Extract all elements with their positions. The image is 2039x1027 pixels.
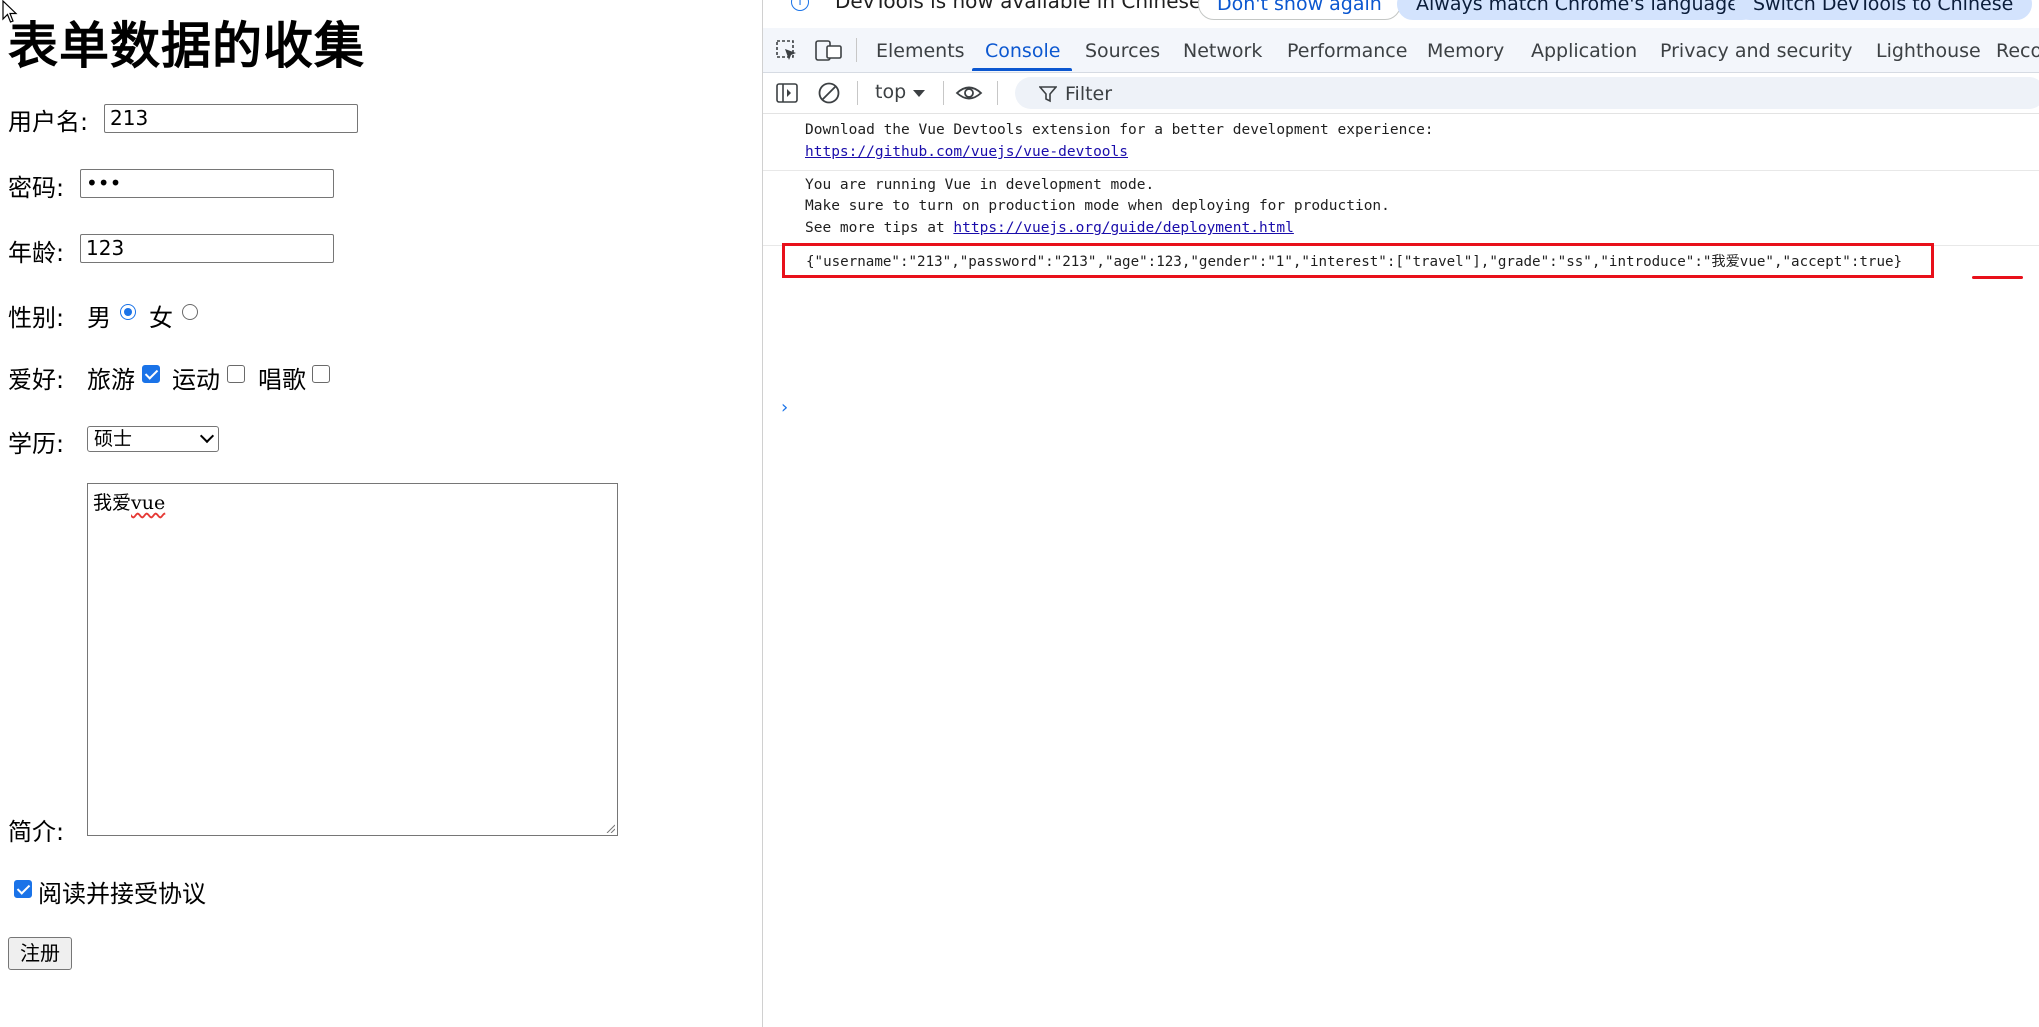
- vue-deployment-link[interactable]: https://vuejs.org/guide/deployment.html: [953, 220, 1293, 236]
- intro-textarea[interactable]: 我爱vue: [87, 483, 618, 836]
- username-label: 用户名:: [8, 108, 89, 136]
- intro-label: 简介:: [8, 818, 65, 846]
- clear-console-icon[interactable]: [817, 81, 841, 105]
- console-prompt-chevron-icon[interactable]: ›: [781, 397, 788, 418]
- accept-checkbox[interactable]: [14, 880, 32, 898]
- gender-female-radio[interactable]: [182, 304, 198, 320]
- password-label: 密码:: [8, 174, 65, 202]
- gender-label: 性别:: [8, 304, 65, 332]
- language-infobar: i DevTools is now available in Chinese D…: [763, 0, 2039, 24]
- console-toolbar: top Filter: [763, 73, 2039, 114]
- info-icon: i: [791, 0, 809, 11]
- tab-elements[interactable]: Elements: [876, 40, 965, 62]
- hobby-travel-label: 旅游: [87, 366, 135, 394]
- console-filter-input[interactable]: Filter: [1015, 77, 2039, 109]
- page-viewport: 表单数据的收集 用户名: 213 密码: ••• 年龄: 123 性别: 男 女…: [0, 0, 762, 1027]
- infobar-message: DevTools is now available in Chinese: [835, 0, 1202, 13]
- console-message-line: Download the Vue Devtools extension for …: [805, 122, 1434, 138]
- sidebar-toggle-icon[interactable]: [775, 81, 799, 105]
- hobby-travel-checkbox[interactable]: [142, 365, 160, 383]
- hobby-sport-checkbox[interactable]: [227, 365, 245, 383]
- tab-privacy-security[interactable]: Privacy and security: [1660, 40, 1852, 62]
- age-label: 年龄:: [8, 239, 65, 267]
- hobby-sing-label: 唱歌: [258, 366, 306, 394]
- tab-console[interactable]: Console: [985, 40, 1060, 62]
- active-tab-indicator: [972, 68, 1072, 71]
- intro-text-word: vue: [131, 492, 166, 514]
- console-separator: [763, 170, 2039, 171]
- devtools-panel: i DevTools is now available in Chinese D…: [763, 0, 2039, 1027]
- toolbar-separator: [857, 81, 858, 105]
- hobby-label: 爱好:: [8, 366, 65, 394]
- chevron-down-icon: [913, 90, 925, 97]
- tab-recorder[interactable]: Reco: [1996, 40, 2039, 62]
- tips-prefix: See more tips at: [805, 220, 954, 236]
- grade-selected-value: 硕士: [94, 428, 133, 450]
- device-toolbar-icon[interactable]: [815, 39, 843, 63]
- username-input[interactable]: 213: [104, 104, 358, 133]
- tab-performance[interactable]: Performance: [1287, 40, 1407, 62]
- hobby-sport-label: 运动: [172, 366, 220, 394]
- gender-male-radio[interactable]: [120, 304, 136, 320]
- vue-devtools-link[interactable]: https://github.com/vuejs/vue-devtools: [805, 144, 1128, 160]
- resize-grip-icon[interactable]: [605, 823, 615, 833]
- toolbar-separator: [943, 81, 944, 105]
- tab-sources[interactable]: Sources: [1085, 40, 1160, 62]
- console-message-line: You are running Vue in development mode.: [805, 177, 1155, 193]
- console-message-line: See more tips at https://vuejs.org/guide…: [805, 220, 1294, 236]
- tab-application[interactable]: Application: [1531, 40, 1637, 62]
- highlight-underline-annotation: [1972, 276, 2023, 279]
- toolbar-separator: [997, 81, 998, 105]
- tab-memory[interactable]: Memory: [1427, 40, 1504, 62]
- devtools-tab-bar: Elements Console Sources Network Perform…: [763, 28, 2039, 73]
- gender-female-label: 女: [149, 304, 173, 332]
- intro-text-prefix: 我爱: [93, 492, 132, 514]
- dont-show-again-button[interactable]: Don't show again: [1198, 0, 1401, 20]
- chevron-down-icon: [199, 428, 215, 444]
- gender-male-label: 男: [87, 304, 111, 332]
- accept-label: 阅读并接受协议: [38, 880, 206, 908]
- grade-select[interactable]: 硕士: [87, 426, 219, 452]
- tab-lighthouse[interactable]: Lighthouse: [1876, 40, 1981, 62]
- console-message-line: Make sure to turn on production mode whe…: [805, 198, 1390, 214]
- switch-to-chinese-button[interactable]: Switch DevTools to Chinese: [1734, 0, 2033, 20]
- filter-placeholder: Filter: [1065, 83, 1113, 105]
- toolbar-separator: [856, 38, 857, 62]
- password-input[interactable]: •••: [80, 169, 334, 198]
- highlight-box-annotation: [782, 243, 1934, 278]
- inspect-element-icon[interactable]: [775, 39, 799, 63]
- grade-label: 学历:: [8, 430, 65, 458]
- context-selector[interactable]: top: [875, 81, 906, 103]
- live-expression-eye-icon[interactable]: [955, 82, 983, 104]
- page-title: 表单数据的收集: [8, 17, 365, 75]
- filter-icon: [1039, 86, 1057, 103]
- tab-network[interactable]: Network: [1183, 40, 1262, 62]
- register-button[interactable]: 注册: [8, 937, 72, 970]
- age-input[interactable]: 123: [80, 234, 334, 263]
- match-language-button[interactable]: Always match Chrome's language: [1397, 0, 1758, 20]
- hobby-sing-checkbox[interactable]: [312, 365, 330, 383]
